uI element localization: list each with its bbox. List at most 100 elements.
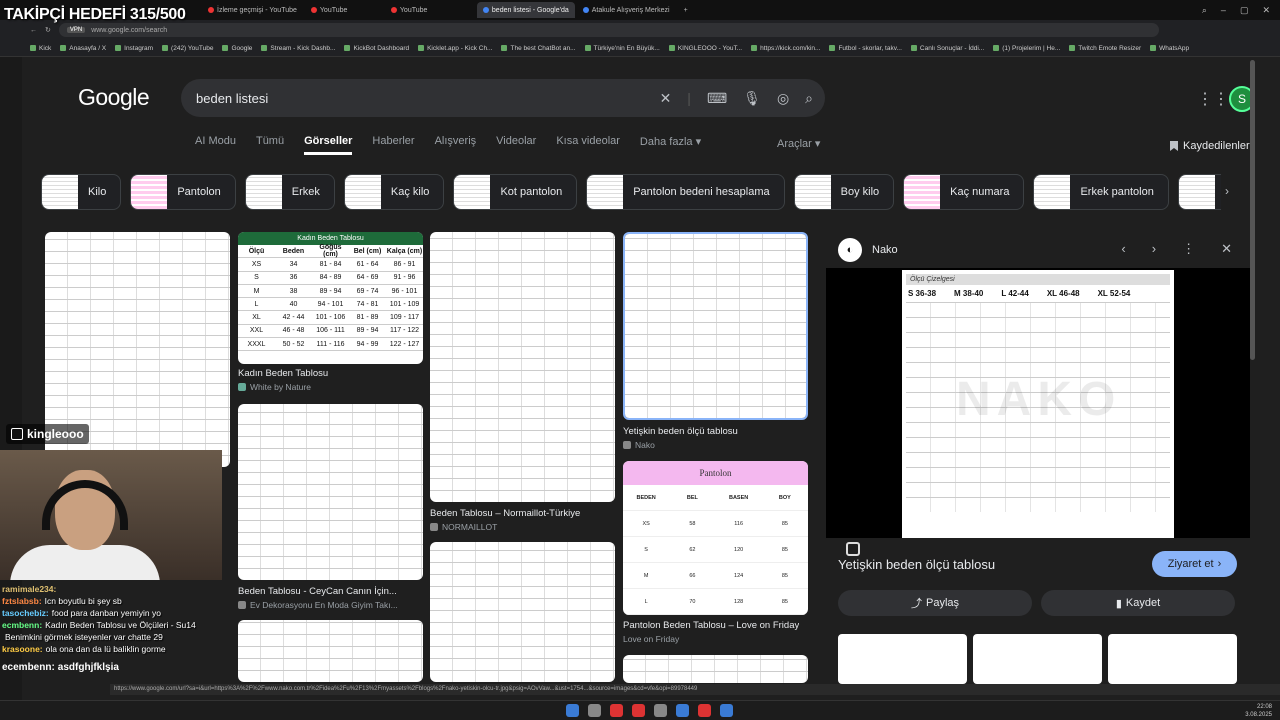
bookmark-item[interactable]: Google	[222, 45, 252, 52]
result-title[interactable]: Pantolon Beden Tablosu – Love on Friday	[623, 620, 799, 631]
tab-görseller[interactable]: Görseller	[304, 135, 353, 155]
app-icon[interactable]	[610, 704, 623, 717]
related-chip[interactable]: Kilo	[41, 174, 122, 210]
tab-youtube[interactable]: YouTube	[305, 2, 385, 18]
table-cell: 69 - 74	[356, 287, 379, 295]
minimize-button[interactable]: –	[1221, 5, 1226, 16]
bookmark-item[interactable]: (1) Projelerim | He...	[993, 45, 1060, 52]
preview-image[interactable]: Ölçü Çizelgesi S 36-38 M 38-40 L 42-44 XL 4…	[902, 270, 1174, 538]
search-icon[interactable]: ⌕	[805, 90, 813, 107]
close-window-button[interactable]: ✕	[1262, 5, 1270, 16]
next-icon[interactable]: ›	[1152, 241, 1156, 257]
bookmark-item[interactable]: KINGLEOOO - YouT...	[668, 45, 742, 52]
tab-history[interactable]: İzleme geçmişi - YouTube	[202, 2, 303, 18]
result-title[interactable]: Yetişkin beden ölçü tablosu	[623, 426, 738, 437]
tab-google-search[interactable]: beden listesi - Google'da	[476, 2, 575, 18]
youtube-icon	[208, 7, 214, 13]
bookmark-item[interactable]: Türkiye'nin En Büyük...	[584, 45, 660, 52]
tab-atakule[interactable]: Atakule Alışveriş Merkezi	[577, 2, 676, 18]
related-chip[interactable]: Erkek	[244, 174, 335, 210]
vpn-badge[interactable]: VPN	[66, 27, 86, 33]
result-image-nako-selected[interactable]	[623, 232, 808, 420]
back-icon[interactable]: ←	[30, 27, 37, 34]
opera-icon[interactable]	[632, 704, 645, 717]
result-image-bay-ceket[interactable]	[430, 542, 615, 682]
bookmark-item[interactable]: https://kick.com/kin...	[751, 45, 820, 52]
result-image-normaillot[interactable]	[430, 232, 615, 502]
discord-icon[interactable]	[720, 704, 733, 717]
tab-alışveriş[interactable]: Alışveriş	[435, 135, 477, 155]
tab-ai-modu[interactable]: AI Modu	[195, 135, 236, 155]
related-chip[interactable]: Kaç numara	[903, 174, 1025, 210]
more-options-icon[interactable]: ⋮	[1182, 241, 1195, 257]
bookmark-item[interactable]: The best ChatBot an...	[501, 45, 576, 52]
saved-link[interactable]: Kaydedilenler	[1170, 140, 1250, 152]
result-image-next[interactable]	[623, 655, 808, 683]
bookmark-item[interactable]: KickBot Dashboard	[344, 45, 409, 52]
start-icon[interactable]	[566, 704, 579, 717]
new-tab-button[interactable]: +	[678, 2, 694, 18]
bookmark-item[interactable]: Futbol - skorlar, takv...	[829, 45, 902, 52]
search-tabs-icon[interactable]: ⌕	[1202, 5, 1207, 16]
related-image-3[interactable]	[1108, 634, 1237, 684]
microphone-icon[interactable]: 🎙	[743, 90, 761, 107]
search-inside-image-icon[interactable]	[846, 542, 860, 556]
maximize-button[interactable]: ▢	[1240, 5, 1249, 16]
app-icon[interactable]	[654, 704, 667, 717]
share-button[interactable]: ⤴ Paylaş	[838, 590, 1032, 616]
tab-videolar[interactable]: Videolar	[496, 135, 536, 155]
related-image-2[interactable]	[973, 634, 1102, 684]
preview-site[interactable]: ◐ Nako	[838, 238, 898, 262]
related-image-1[interactable]	[838, 634, 967, 684]
youtube-icon	[390, 7, 397, 13]
app-icon[interactable]	[698, 704, 711, 717]
bookmark-item[interactable]: Anasayfa / X	[60, 45, 106, 52]
bookmark-item[interactable]: Kicklet.app - Kick Ch...	[418, 45, 492, 52]
tab-kısa-videolar[interactable]: Kısa videolar	[556, 135, 620, 155]
search-icon[interactable]	[588, 704, 601, 717]
bookmark-favicon-icon	[751, 45, 758, 51]
result-title[interactable]: Beden Tablosu – Normaillot-Türkiye	[430, 508, 580, 519]
bookmark-favicon-icon	[344, 45, 351, 51]
related-chip[interactable]: Kot pantolon	[453, 174, 578, 210]
bookmark-item[interactable]: Twitch Emote Resizer	[1069, 45, 1141, 52]
google-logo[interactable]: Google	[78, 84, 150, 111]
system-clock[interactable]: 22:08 3.08.2025	[1245, 703, 1272, 719]
tab-youtube-2[interactable]: YouTube	[385, 2, 475, 18]
related-chip[interactable]: Erkek pantolon	[1033, 174, 1169, 210]
result-image-ceycan[interactable]	[238, 404, 423, 580]
result-image-pantolon[interactable]: Pantolon BEDEN BEL BASEN BOY XS 58 116 85 S 62 120…	[623, 461, 808, 615]
table-cell: 96 - 101	[391, 287, 418, 295]
search-input[interactable]: beden listesi ✕ | ⌨ 🎙 ◎ ⌕	[181, 79, 825, 117]
related-chip[interactable]: Pantolon	[130, 174, 236, 210]
lens-icon[interactable]: ◎	[777, 90, 789, 107]
steam-icon[interactable]	[676, 704, 689, 717]
related-chip[interactable]: Kiloya göre	[1177, 174, 1221, 210]
visit-button[interactable]: Ziyaret et ›	[1152, 551, 1237, 577]
result-title[interactable]: Kadın Beden Tablosu	[238, 368, 328, 379]
bookmark-item[interactable]: Canlı Sonuçlar - İddi...	[910, 45, 984, 52]
bookmark-favicon-icon	[222, 45, 229, 51]
bookmark-item[interactable]: (242) YouTube	[162, 45, 213, 52]
bookmark-item[interactable]: Kick	[30, 45, 51, 52]
chevron-right-icon[interactable]: ›	[1225, 184, 1229, 198]
bookmark-item[interactable]: Instagram	[115, 45, 153, 52]
close-panel-icon[interactable]: ✕	[1221, 241, 1232, 257]
result-image-kadin-table[interactable]: Kadın Beden Tablosu Ölçü Beden Göğüs (cm) B…	[238, 232, 423, 364]
tab-haberler[interactable]: Haberler	[372, 135, 414, 155]
bookmark-item[interactable]: WhatsApp	[1150, 45, 1189, 52]
reload-icon[interactable]: ↻	[45, 26, 51, 34]
tools-menu[interactable]: Araçlar ▾	[777, 137, 820, 150]
keyboard-icon[interactable]: ⌨	[707, 90, 727, 107]
tab-daha-fazla[interactable]: Daha fazla ▾	[640, 135, 701, 155]
related-chip[interactable]: Kaç kilo	[343, 174, 445, 210]
page-scrollbar[interactable]	[1250, 60, 1255, 360]
url-field[interactable]: VPN www.google.com/search	[58, 23, 1159, 37]
tab-tümü[interactable]: Tümü	[256, 135, 284, 155]
clear-icon[interactable]: ✕	[660, 90, 672, 107]
previous-icon[interactable]: ‹	[1121, 241, 1125, 257]
bookmark-item[interactable]: Stream - Kick Dashb...	[261, 45, 335, 52]
related-chip[interactable]: Boy kilo	[793, 174, 895, 210]
save-button[interactable]: ▮ Kaydet	[1041, 590, 1235, 616]
related-chip[interactable]: Pantolon bedeni hesaplama	[586, 174, 785, 210]
